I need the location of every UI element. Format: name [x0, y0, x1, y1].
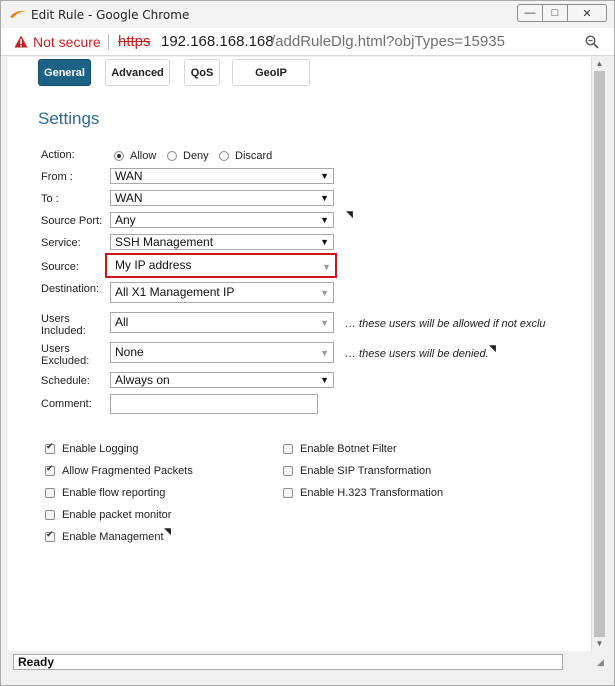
users-excluded-label-line1: Users [41, 343, 70, 355]
schedule-select[interactable]: Always on ▼ [110, 372, 334, 388]
to-label: To : [41, 193, 59, 205]
help-mark-icon[interactable]: ◥ [164, 526, 171, 537]
action-discard-label[interactable]: Discard [235, 150, 272, 162]
schedule-label: Schedule: [41, 375, 90, 387]
service-label: Service: [41, 237, 81, 249]
users-included-label-line2: Included: [41, 325, 86, 337]
comment-input[interactable] [110, 394, 318, 414]
users-included-note: … these users will be allowed if not exc… [345, 318, 546, 330]
enable-logging-checkbox[interactable] [45, 442, 55, 454]
dropdown-arrow-icon: ▼ [322, 262, 331, 272]
from-select[interactable]: WAN ▼ [110, 168, 334, 184]
action-deny-label[interactable]: Deny [183, 150, 209, 162]
enable-management-checkbox[interactable] [45, 530, 55, 542]
help-mark-icon[interactable]: ◥ [346, 209, 353, 220]
to-select[interactable]: WAN ▼ [110, 190, 334, 206]
help-mark-icon[interactable]: ◥ [489, 343, 496, 354]
vertical-scrollbar[interactable]: ▲ ▼ [591, 57, 606, 651]
from-label: From : [41, 171, 73, 183]
users-excluded-label-line2: Excluded: [41, 355, 90, 367]
resize-grip-icon[interactable]: ◢ [597, 657, 607, 667]
service-select[interactable]: SSH Management ▼ [110, 234, 334, 250]
warning-icon[interactable] [14, 35, 28, 48]
enable-botnet-filter-checkbox[interactable] [283, 444, 293, 454]
close-button[interactable]: ✕ [567, 4, 607, 22]
close-icon: ✕ [582, 7, 592, 20]
dropdown-arrow-icon: ▼ [320, 318, 329, 328]
window-controls: — □ ✕ [517, 4, 607, 22]
url-path: /addRuleDlg.html?objTypes=15935 [271, 33, 505, 50]
dropdown-arrow-icon: ▼ [320, 375, 329, 385]
title-bar: Edit Rule - Google Chrome — □ ✕ [1, 1, 614, 28]
action-deny-radio[interactable] [167, 151, 177, 161]
source-select[interactable]: My IP address ▼ [105, 253, 337, 278]
enable-logging-label[interactable]: Enable Logging [62, 443, 138, 455]
minimize-icon: — [524, 7, 536, 19]
dropdown-arrow-icon: ▼ [320, 288, 329, 298]
scroll-up-icon[interactable]: ▲ [592, 57, 607, 71]
zoom-icon[interactable] [585, 35, 599, 49]
address-bar[interactable]: Not secure https 192.168.168.168 /addRul… [1, 28, 614, 56]
action-allow-label[interactable]: Allow [130, 150, 156, 162]
destination-select[interactable]: All X1 Management IP ▼ [110, 282, 334, 303]
source-port-select[interactable]: Any ▼ [110, 212, 334, 228]
action-allow-radio[interactable] [114, 151, 124, 161]
users-included-select[interactable]: All ▼ [110, 312, 334, 333]
enable-flow-reporting-label[interactable]: Enable flow reporting [62, 487, 165, 499]
status-text: Ready [13, 654, 563, 670]
address-separator [108, 34, 109, 50]
window-title: Edit Rule - Google Chrome [31, 8, 190, 22]
enable-sip-transformation-label[interactable]: Enable SIP Transformation [300, 465, 431, 477]
settings-heading: Settings [38, 109, 100, 128]
users-included-label-line1: Users [41, 313, 70, 325]
scrollbar-thumb[interactable] [594, 71, 605, 637]
users-excluded-note: … these users will be denied. [345, 348, 489, 360]
enable-packet-monitor-label[interactable]: Enable packet monitor [62, 509, 171, 521]
allow-fragmented-packets-label[interactable]: Allow Fragmented Packets [62, 465, 193, 477]
source-label: Source: [41, 261, 79, 273]
minimize-button[interactable]: — [517, 4, 543, 22]
comment-label: Comment: [41, 398, 92, 410]
enable-sip-transformation-checkbox[interactable] [283, 466, 293, 476]
status-bar: Ready ◢ [1, 651, 614, 685]
allow-fragmented-packets-checkbox[interactable] [45, 464, 55, 476]
dialog-content: General Advanced QoS GeoIP Settings Acti… [8, 57, 591, 651]
enable-botnet-filter-label[interactable]: Enable Botnet Filter [300, 443, 397, 455]
enable-h323-transformation-checkbox[interactable] [283, 488, 293, 498]
tab-geoip[interactable]: GeoIP [232, 59, 310, 86]
dropdown-arrow-icon: ▼ [320, 193, 329, 203]
dropdown-arrow-icon: ▼ [320, 215, 329, 225]
url-scheme: https [118, 33, 151, 50]
action-label: Action: [41, 149, 75, 161]
scroll-down-icon[interactable]: ▼ [592, 637, 607, 651]
dropdown-arrow-icon: ▼ [320, 348, 329, 358]
tab-qos[interactable]: QoS [184, 59, 220, 86]
source-port-label: Source Port: [41, 215, 103, 227]
sonicwall-logo-icon [10, 10, 26, 18]
enable-management-label[interactable]: Enable Management [62, 531, 164, 543]
maximize-icon: □ [551, 7, 559, 19]
action-discard-radio[interactable] [219, 151, 229, 161]
enable-flow-reporting-checkbox[interactable] [45, 488, 55, 498]
enable-packet-monitor-checkbox[interactable] [45, 510, 55, 520]
security-status[interactable]: Not secure [33, 34, 101, 50]
browser-window: Edit Rule - Google Chrome — □ ✕ Not secu… [0, 0, 615, 686]
tab-advanced[interactable]: Advanced [105, 59, 170, 86]
dropdown-arrow-icon: ▼ [320, 171, 329, 181]
url-host: 192.168.168.168 [161, 33, 274, 50]
destination-label: Destination: [41, 283, 100, 295]
dropdown-arrow-icon: ▼ [320, 237, 329, 247]
tab-general[interactable]: General [38, 59, 91, 86]
tab-bar: General Advanced QoS GeoIP [8, 57, 591, 89]
users-excluded-select[interactable]: None ▼ [110, 342, 334, 363]
enable-h323-transformation-label[interactable]: Enable H.323 Transformation [300, 487, 443, 499]
maximize-button[interactable]: □ [542, 4, 568, 22]
